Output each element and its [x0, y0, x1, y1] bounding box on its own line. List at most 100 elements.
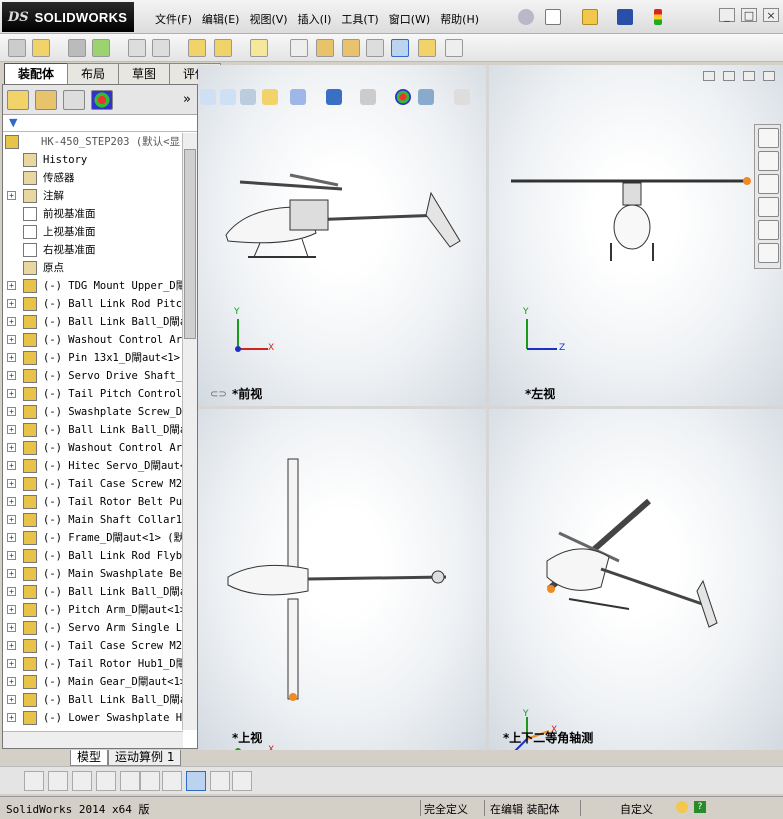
status-custom-units[interactable]: 自定义	[620, 801, 653, 817]
instant3d-icon[interactable]	[391, 39, 409, 57]
custom-properties-icon[interactable]	[758, 243, 779, 263]
expand-toggle-icon[interactable]: +	[7, 443, 16, 452]
design-library-icon[interactable]	[758, 151, 779, 171]
open-folder-icon[interactable]	[582, 9, 598, 25]
hidden-lines-icon[interactable]	[72, 771, 92, 791]
solidworks-logo[interactable]: DS SOLIDWORKS	[2, 2, 134, 32]
tree-item-fixed[interactable]: 右视基准面	[3, 241, 183, 259]
restore-icon[interactable]: □	[741, 8, 757, 22]
view-link-icon[interactable]: ⊂⊃	[210, 389, 227, 400]
menu-window[interactable]: 窗口(W)	[384, 9, 435, 29]
tree-item-part[interactable]: + (-) Ball Link Rod Pitch	[3, 295, 183, 313]
tree-root-assembly[interactable]: HK-450_STEP203 (默认<显	[3, 133, 183, 151]
tree-item-part[interactable]: + (-) Lower Swashplate Ho	[3, 709, 183, 727]
expand-toggle-icon[interactable]: +	[7, 425, 16, 434]
top-view-pane[interactable]: X Z *上视	[198, 409, 486, 750]
four-view-icon[interactable]	[232, 771, 252, 791]
expand-toggle-icon[interactable]: +	[7, 515, 16, 524]
tree-item-part[interactable]: + (-) Main Shaft Collar1_	[3, 511, 183, 529]
tab-model[interactable]: 模型	[70, 750, 109, 766]
expand-toggle-icon[interactable]: +	[7, 659, 16, 668]
menu-edit[interactable]: 编辑(E)	[197, 9, 245, 29]
expand-toggle-icon[interactable]: +	[7, 407, 16, 416]
hide-show-items-icon[interactable]	[360, 89, 376, 105]
view-palette-icon[interactable]	[758, 197, 779, 217]
isometric-view-pane[interactable]: Y X Z *上下二等角轴测	[489, 409, 783, 750]
expand-toggle-icon[interactable]: +	[7, 299, 16, 308]
expand-toggle-icon[interactable]: +	[7, 353, 16, 362]
graphics-area[interactable]: Y X ⊂⊃ *前视 Y Z *左视 X *上视 Y X *上下二等角轴测	[198, 65, 783, 750]
reference-geometry-icon[interactable]	[250, 39, 268, 57]
tree-vertical-scrollbar[interactable]	[182, 133, 197, 730]
left-view-pane[interactable]: Y Z *左视	[489, 65, 783, 406]
expand-toggle-icon[interactable]: +	[7, 335, 16, 344]
axes-view-icon[interactable]	[162, 771, 182, 791]
display-style-icon[interactable]	[326, 89, 342, 105]
minimize-icon[interactable]: _	[719, 8, 735, 22]
tree-item-part[interactable]: + (-) Pin 13x1_D閘aut<1>	[3, 349, 183, 367]
tree-item-fixed[interactable]: 传感器	[3, 169, 183, 187]
apply-scene-icon[interactable]	[418, 89, 434, 105]
assembly-features-icon[interactable]	[214, 39, 232, 57]
tree-item-part[interactable]: + (-) Servo Drive Shaft_D	[3, 367, 183, 385]
save-icon[interactable]	[617, 9, 633, 25]
tree-item-part[interactable]: + (-) Ball Link Ball_D閘a	[3, 313, 183, 331]
tree-item-part[interactable]: + (-) Washout Control Arm	[3, 331, 183, 349]
display-manager-tab-icon[interactable]	[91, 90, 113, 110]
expand-toggle-icon[interactable]: +	[7, 677, 16, 686]
expand-toggle-icon[interactable]: +	[7, 191, 16, 200]
tree-item-part[interactable]: + (-) Tail Case Screw M2x	[3, 475, 183, 493]
expand-toggle-icon[interactable]: +	[7, 281, 16, 290]
file-explorer-icon[interactable]	[758, 174, 779, 194]
update-speedpak-icon[interactable]	[418, 39, 436, 57]
zoom-to-fit-icon[interactable]	[200, 89, 216, 105]
tree-item-fixed[interactable]: History	[3, 151, 183, 169]
two-view-icon[interactable]	[210, 771, 230, 791]
tree-item-fixed[interactable]: + 注解	[3, 187, 183, 205]
tree-item-fixed[interactable]: 上视基准面	[3, 223, 183, 241]
expand-arrow-icon[interactable]: »	[183, 92, 191, 107]
home-icon[interactable]	[758, 128, 779, 148]
tree-item-part[interactable]: + (-) Ball Link Ball_D閘a	[3, 421, 183, 439]
configuration-manager-tab-icon[interactable]	[63, 90, 85, 110]
filter-icon[interactable]: ▼	[9, 116, 17, 129]
mate-icon[interactable]	[68, 39, 86, 57]
tree-item-part[interactable]: + (-) Tail Pitch Control_	[3, 385, 183, 403]
explode-line-sketch-icon[interactable]	[366, 39, 384, 57]
tree-item-part[interactable]: + (-) TDG Mount Upper_D閘ut	[3, 277, 183, 295]
shaded-view-icon[interactable]	[48, 771, 68, 791]
view-orientation-icon[interactable]	[290, 89, 306, 105]
tree-item-part[interactable]: + (-) Frame_D閘aut<1> (默	[3, 529, 183, 547]
menu-file[interactable]: 文件(F)	[150, 9, 197, 29]
assembly-components-icon[interactable]	[8, 39, 26, 57]
front-view-pane[interactable]: Y X ⊂⊃ *前视	[198, 65, 486, 406]
tree-horizontal-scrollbar[interactable]	[3, 731, 183, 748]
tree-item-part[interactable]: + (-) Ball Link Ball_D閘a	[3, 691, 183, 709]
edit-appearance-icon[interactable]	[395, 89, 411, 105]
tree-item-part[interactable]: + (-) Tail Case Screw M2x	[3, 637, 183, 655]
tree-item-part[interactable]: + (-) Swashplate Screw_D閘	[3, 403, 183, 421]
tree-item-part[interactable]: + (-) Ball Link Rod Flyba	[3, 547, 183, 565]
new-motion-study-icon[interactable]	[290, 39, 308, 57]
close-icon[interactable]: ×	[763, 8, 779, 22]
expand-toggle-icon[interactable]: +	[7, 587, 16, 596]
split-panes-icon[interactable]	[140, 771, 160, 791]
expand-toggle-icon[interactable]: +	[7, 497, 16, 506]
tree-item-fixed[interactable]: 原点	[3, 259, 183, 277]
expand-toggle-icon[interactable]: +	[7, 479, 16, 488]
tree-item-part[interactable]: + (-) Main Gear_D閘aut<1>	[3, 673, 183, 691]
expand-toggle-icon[interactable]: +	[7, 533, 16, 542]
tab-assembly[interactable]: 装配体	[4, 63, 69, 84]
expand-toggle-icon[interactable]: +	[7, 461, 16, 470]
expand-toggle-icon[interactable]: +	[7, 317, 16, 326]
view-settings-icon[interactable]	[454, 89, 470, 105]
expand-toggle-icon[interactable]: +	[7, 371, 16, 380]
rebuild-status-icon[interactable]	[676, 801, 688, 813]
menu-insert[interactable]: 插入(I)	[293, 9, 337, 29]
appearances-icon[interactable]	[758, 220, 779, 240]
expand-toggle-icon[interactable]: +	[7, 389, 16, 398]
zoom-to-area-icon[interactable]	[220, 89, 236, 105]
tab-sketch[interactable]: 草图	[118, 63, 171, 84]
expand-toggle-icon[interactable]: +	[7, 641, 16, 650]
expand-toggle-icon[interactable]: +	[7, 623, 16, 632]
